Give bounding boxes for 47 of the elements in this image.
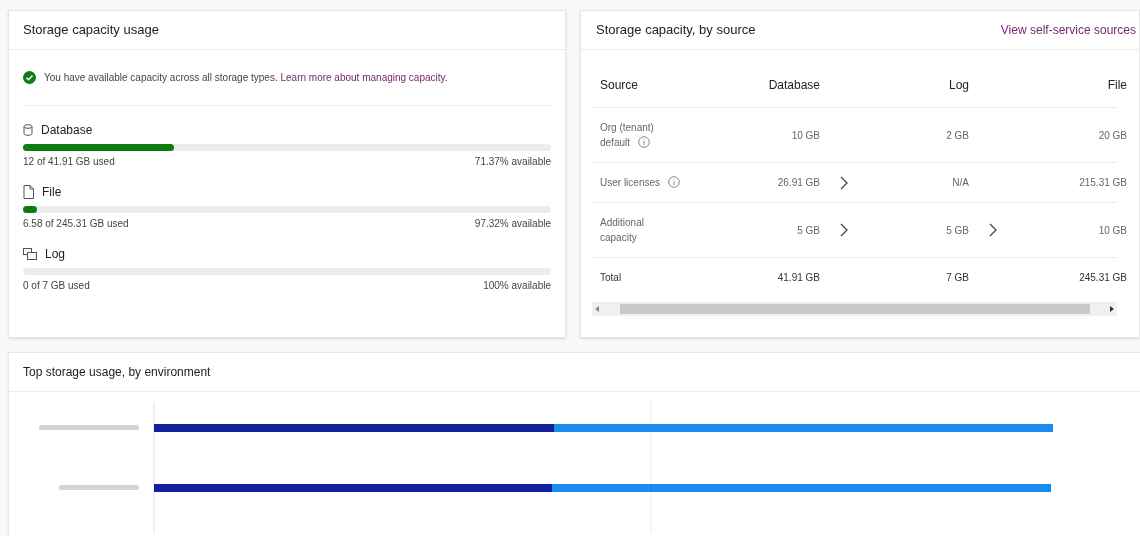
table-cell: 26.91 GB bbox=[720, 175, 880, 190]
column-header: Database bbox=[767, 76, 820, 94]
available-percent: 100% available bbox=[483, 279, 551, 293]
table-cell-text: N/A bbox=[951, 176, 970, 190]
horizontal-scrollbar[interactable] bbox=[592, 302, 1117, 316]
learn-more-link[interactable]: Learn more about managing capacity. bbox=[280, 71, 448, 83]
scroll-left-icon[interactable] bbox=[595, 306, 599, 312]
storage-type-label: Log bbox=[45, 246, 66, 263]
table-cell-text: 10 GB bbox=[790, 128, 821, 143]
info-icon[interactable] bbox=[668, 176, 681, 188]
used-amount: 12 of 41.91 GB used bbox=[23, 155, 115, 169]
scrollbar-thumb[interactable] bbox=[619, 304, 1090, 314]
column-header: Source bbox=[600, 76, 640, 94]
chevron-right-icon[interactable] bbox=[840, 175, 848, 190]
table-cell-text: 20 GB bbox=[1097, 128, 1127, 143]
table-cell: 5 GB bbox=[720, 222, 880, 238]
table-cell-text: 215.31 GB bbox=[1078, 176, 1127, 190]
available-percent: 97.32% available bbox=[474, 217, 551, 231]
used-amount: 6.58 of 245.31 GB used bbox=[23, 217, 129, 231]
card-title: Top storage usage, by environment bbox=[23, 364, 211, 381]
table-cell: 5 GB bbox=[880, 222, 1029, 238]
table-cell-text: 10 GB bbox=[1097, 223, 1127, 238]
info-icon[interactable] bbox=[638, 136, 651, 148]
available-percent: 71.37% available bbox=[474, 155, 551, 169]
table-cell-text: Org (tenant) default bbox=[600, 121, 655, 150]
document-icon bbox=[23, 185, 34, 199]
card-title: Storage capacity usage bbox=[23, 21, 159, 40]
self-service-link[interactable]: View self-service sources bbox=[1000, 21, 1136, 39]
table-cell-text: Additional capacity bbox=[600, 216, 645, 245]
stacked-pages-icon bbox=[23, 248, 37, 260]
status-message: You have available capacity across all storage types. Learn more about managing capacity. bbox=[44, 70, 448, 85]
cylinder-icon bbox=[23, 124, 33, 136]
chevron-right-icon[interactable] bbox=[989, 223, 997, 237]
column-header: Log bbox=[947, 76, 969, 94]
table-cell-text: 41.91 GB bbox=[776, 271, 821, 285]
used-amount: 0 of 7 GB used bbox=[23, 279, 90, 293]
table-cell-text: 2 GB bbox=[945, 128, 970, 143]
table-cell-text: 245.31 GB bbox=[1078, 271, 1127, 285]
card-title: Storage capacity, by source bbox=[596, 21, 756, 40]
chevron-right-icon[interactable] bbox=[840, 223, 848, 237]
table-cell: User licenses bbox=[600, 175, 682, 190]
storage-type-label: Database bbox=[41, 122, 93, 139]
storage-type-label: File bbox=[42, 184, 62, 201]
scroll-right-icon[interactable] bbox=[1110, 306, 1114, 312]
table-cell-text: Total bbox=[600, 271, 623, 285]
table-cell-text: 7 GB bbox=[945, 271, 970, 285]
column-header: File bbox=[1106, 76, 1127, 94]
